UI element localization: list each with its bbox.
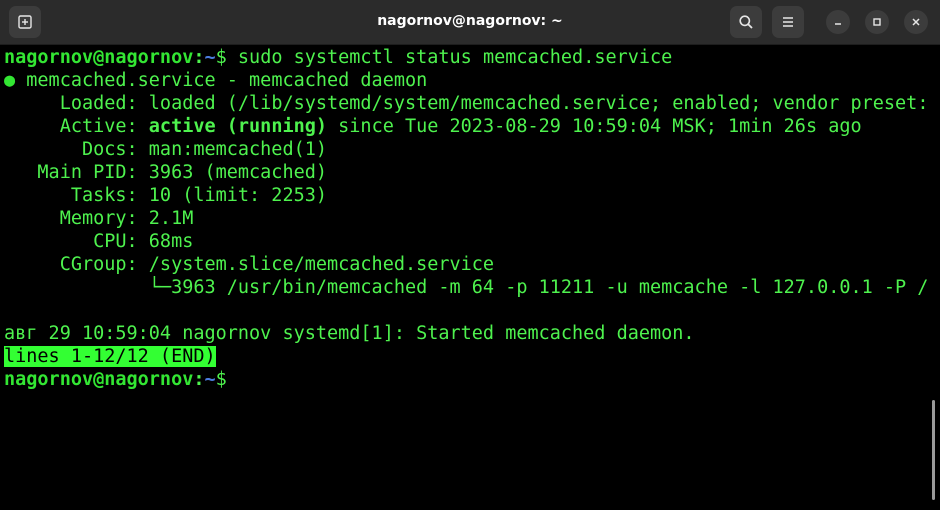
loaded-label: Loaded: <box>4 93 149 114</box>
active-state: active (running) <box>148 116 328 137</box>
prompt-user-2: nagornov@nagornov <box>4 369 194 390</box>
maximize-button[interactable] <box>865 10 889 34</box>
tasks-line: Tasks: 10 (limit: 2253) <box>4 185 328 206</box>
command-line: nagornov@nagornov:~$ sudo systemctl stat… <box>4 46 928 69</box>
docs-line: Docs: man:memcached(1) <box>4 139 328 160</box>
prompt-separator-2: : <box>193 369 205 390</box>
unit-line: ● memcached.service - memcached daemon <box>4 69 928 92</box>
terminal-window: nagornov@nagornov: ~ nagornov@nagornov:~… <box>0 0 940 510</box>
loaded-value: loaded (/lib/systemd/system/memcached.se… <box>148 93 928 114</box>
prompt-user: nagornov@nagornov <box>4 47 194 68</box>
close-icon <box>912 18 920 26</box>
maximize-icon <box>873 18 881 26</box>
loaded-line: Loaded: loaded (/lib/systemd/system/memc… <box>4 92 928 115</box>
menu-button[interactable] <box>772 6 804 38</box>
minimize-button[interactable] <box>826 10 850 34</box>
main-pid-line: Main PID: 3963 (memcached) <box>4 162 328 183</box>
process-text: └─3963 /usr/bin/memcached -m 64 -p 11211… <box>4 277 928 298</box>
active-since: since Tue 2023-08-29 10:59:04 MSK; 1min … <box>327 116 862 137</box>
command-text: sudo systemctl status memcached.service <box>226 47 673 68</box>
process-line: └─3963 /usr/bin/memcached -m 64 -p 11211… <box>4 276 928 299</box>
search-button[interactable] <box>730 6 762 38</box>
active-line: Active: active (running) since Tue 2023-… <box>4 115 928 138</box>
memory-line: Memory: 2.1M <box>4 208 194 229</box>
scrollbar-thumb[interactable] <box>932 400 935 500</box>
prompt-char-2: $ <box>215 369 227 390</box>
hamburger-menu-icon <box>783 17 793 27</box>
cpu-line: CPU: 68ms <box>4 231 194 252</box>
active-label: Active: <box>4 116 149 137</box>
cgroup-line: CGroup: /system.slice/memcached.service <box>4 254 495 275</box>
prompt-char: $ <box>215 47 227 68</box>
prompt-path: ~ <box>204 47 216 68</box>
status-dot-icon: ● <box>4 70 16 91</box>
prompt-path-2: ~ <box>204 369 216 390</box>
pager-status: lines 1-12/12 (END) <box>4 346 216 367</box>
terminal-output[interactable]: nagornov@nagornov:~$ sudo systemctl stat… <box>4 46 928 510</box>
title-bar: nagornov@nagornov: ~ <box>0 0 940 45</box>
prompt-separator: : <box>193 47 205 68</box>
unit-description: memcached.service - memcached daemon <box>15 70 428 91</box>
search-icon <box>739 15 753 29</box>
prompt-line: nagornov@nagornov:~$ <box>4 368 928 391</box>
close-button[interactable] <box>904 10 928 34</box>
minimize-icon <box>835 23 841 25</box>
pager-status-line: lines 1-12/12 (END) <box>4 345 928 368</box>
log-line: авг 29 10:59:04 nagornov systemd[1]: Sta… <box>4 323 695 344</box>
